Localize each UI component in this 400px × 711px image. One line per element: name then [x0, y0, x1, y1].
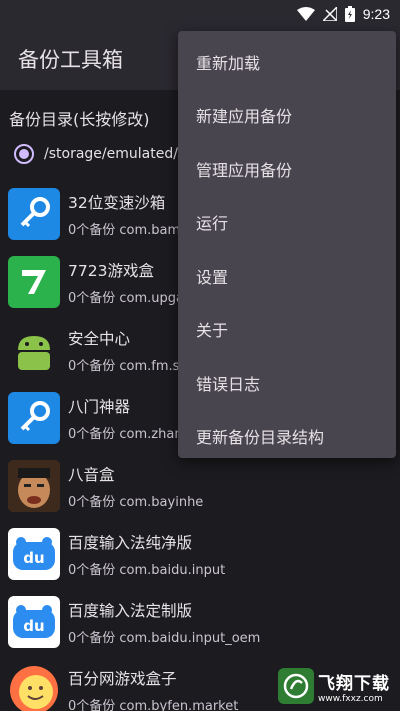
watermark-logo-icon [278, 668, 314, 704]
app-name: 八音盒 [68, 465, 115, 484]
watermark: 飞翔下载 www.fxxz.com [278, 666, 394, 706]
baidu-input-icon: du [8, 528, 60, 580]
app-name: 八门神器 [68, 397, 131, 416]
menu-item-new-backup[interactable]: 新建应用备份 [178, 89, 396, 143]
overflow-menu: 重新加载 新建应用备份 管理应用备份 运行 设置 关于 错误日志 更新备份目录结… [178, 31, 396, 458]
app-backup-info: 0个备份 com.upga [68, 290, 185, 306]
app-name: 百度输入法定制版 [68, 601, 193, 620]
app-backup-info: 0个备份 com.fm.sa [68, 358, 188, 374]
watermark-text: 飞翔下载 [318, 673, 390, 694]
app-name: 百分网游戏盒子 [68, 669, 177, 688]
list-item[interactable]: du 百度输入法定制版 0个备份 com.baidu.input_oem [0, 588, 400, 656]
menu-item-reload[interactable]: 重新加载 [178, 35, 396, 89]
app-backup-info: 0个备份 com.bayinhe [68, 494, 204, 510]
app-7723-icon [8, 256, 60, 308]
wifi-icon [296, 7, 315, 21]
radio-button-selected[interactable] [14, 144, 34, 164]
svg-text:du: du [23, 549, 44, 567]
android-icon [8, 324, 60, 376]
app-title: 备份工具箱 [18, 48, 123, 72]
app-backup-info: 0个备份 com.zhang [68, 426, 191, 442]
status-time: 9:23 [362, 6, 390, 22]
smiley-icon [8, 664, 60, 711]
menu-item-run[interactable]: 运行 [178, 196, 396, 250]
app-backup-info: 0个备份 com.baidu.input [68, 562, 226, 578]
svg-text:du: du [23, 617, 44, 635]
menu-item-manage-backup[interactable]: 管理应用备份 [178, 142, 396, 196]
app-backup-info: 0个备份 com.byfen.market [68, 698, 239, 711]
key-icon [8, 188, 60, 240]
face-avatar-icon [8, 460, 60, 512]
app-backup-info: 0个备份 com.baidu.input_oem [68, 630, 261, 646]
signal-off-icon [322, 7, 337, 21]
app-name: 百度输入法纯净版 [68, 533, 193, 552]
battery-charging-icon [344, 6, 355, 22]
watermark-url: www.fxxz.com [318, 693, 383, 704]
app-backup-info: 0个备份 com.bame [68, 222, 189, 238]
menu-item-update-dir-structure[interactable]: 更新备份目录结构 [178, 410, 396, 464]
app-name: 32位变速沙箱 [68, 193, 166, 212]
menu-item-settings[interactable]: 设置 [178, 249, 396, 303]
app-name: 安全中心 [68, 329, 131, 348]
backup-dir-label[interactable]: 备份目录(长按修改) [9, 106, 150, 130]
key-icon [8, 392, 60, 444]
menu-item-about[interactable]: 关于 [178, 303, 396, 357]
menu-item-error-log[interactable]: 错误日志 [178, 356, 396, 410]
status-bar: 9:23 [0, 0, 400, 28]
baidu-input-icon: du [8, 596, 60, 648]
app-name: 7723游戏盒 [68, 261, 154, 280]
list-item[interactable]: du 百度输入法纯净版 0个备份 com.baidu.input [0, 520, 400, 588]
